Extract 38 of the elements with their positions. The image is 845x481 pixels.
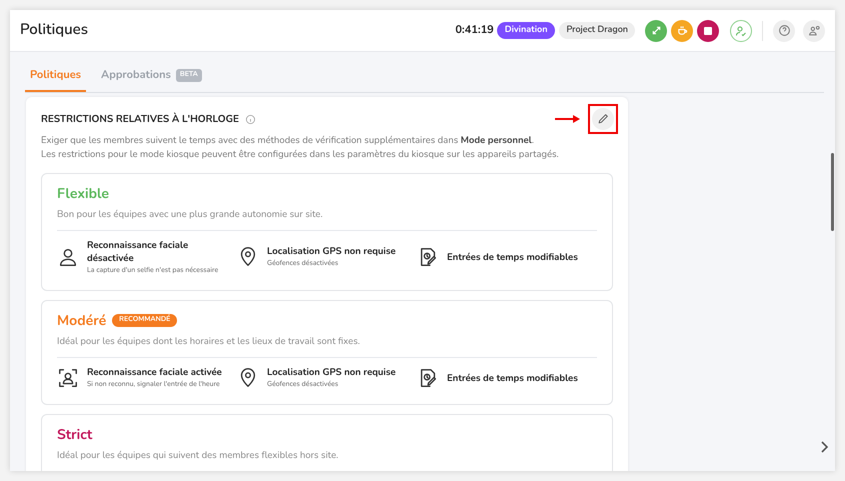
policy-title: Modéré	[57, 310, 106, 331]
section-description: Exiger que les membres suivent le temps avec des méthodes de vérification supplémentaires dans Mode personnel.	[41, 134, 535, 148]
policy-title: Strict	[57, 424, 92, 445]
face-scan-icon	[57, 367, 79, 389]
settings-button[interactable]	[803, 20, 825, 42]
timer: 0:41:19	[455, 22, 494, 39]
person-icon	[57, 246, 79, 268]
policy-description: Idéal pour les équipes dont les horaires et les lieux de travail sont fixes.	[57, 334, 361, 349]
policy-card[interactable]: Strict Idéal pour les équipes qui suivent des membres flexibles hors site.	[41, 414, 613, 471]
annotation-arrow	[555, 114, 581, 124]
policy-card[interactable]	[41, 172, 613, 291]
info-icon	[244, 114, 256, 125]
policy-title: Flexible	[57, 182, 109, 204]
stop-button[interactable]	[697, 20, 719, 42]
user-check-button[interactable]	[730, 20, 752, 42]
tab[interactable]: Politiques	[25, 67, 86, 92]
page-title: Politiques	[20, 19, 88, 42]
policy-card[interactable]	[41, 300, 613, 405]
stop-icon	[704, 26, 712, 34]
coffee-cup-icon	[676, 25, 688, 36]
help-icon	[778, 24, 790, 37]
pencil-icon	[596, 112, 610, 125]
policy-description: Bon pour les équipes avec une plus grande autonomie sur site.	[57, 208, 324, 222]
feature-title: Entrées de temps modifiables	[447, 372, 578, 384]
feature-title: Entrées de temps modifiables	[447, 250, 578, 264]
policy-description: Idéal pour les équipes qui suivent des membres flexibles hors site.	[57, 449, 340, 464]
switch-button[interactable]	[645, 20, 667, 42]
feature-title: Localisation GPS non requise	[267, 245, 396, 258]
chevron-right-icon[interactable]	[819, 441, 829, 453]
feature-title: Reconnaissance faciale désactivée	[87, 238, 190, 265]
feature-title: Localisation GPS non requise	[267, 366, 396, 379]
section-description: Les restrictions pour le mode kiosque peuvent être configurées dans les paramètres du kiosque sur les appareils partagés.	[41, 148, 560, 162]
help-button[interactable]	[773, 20, 795, 42]
project-badge[interactable]: Project Dragon	[559, 22, 635, 40]
user-check-icon	[735, 24, 747, 36]
activity-badge[interactable]: Divination	[496, 22, 556, 40]
feature-title: Reconnaissance faciale activée	[87, 366, 222, 379]
section-title: RESTRICTIONS RELATIVES À L'HORLOGE	[41, 112, 239, 127]
